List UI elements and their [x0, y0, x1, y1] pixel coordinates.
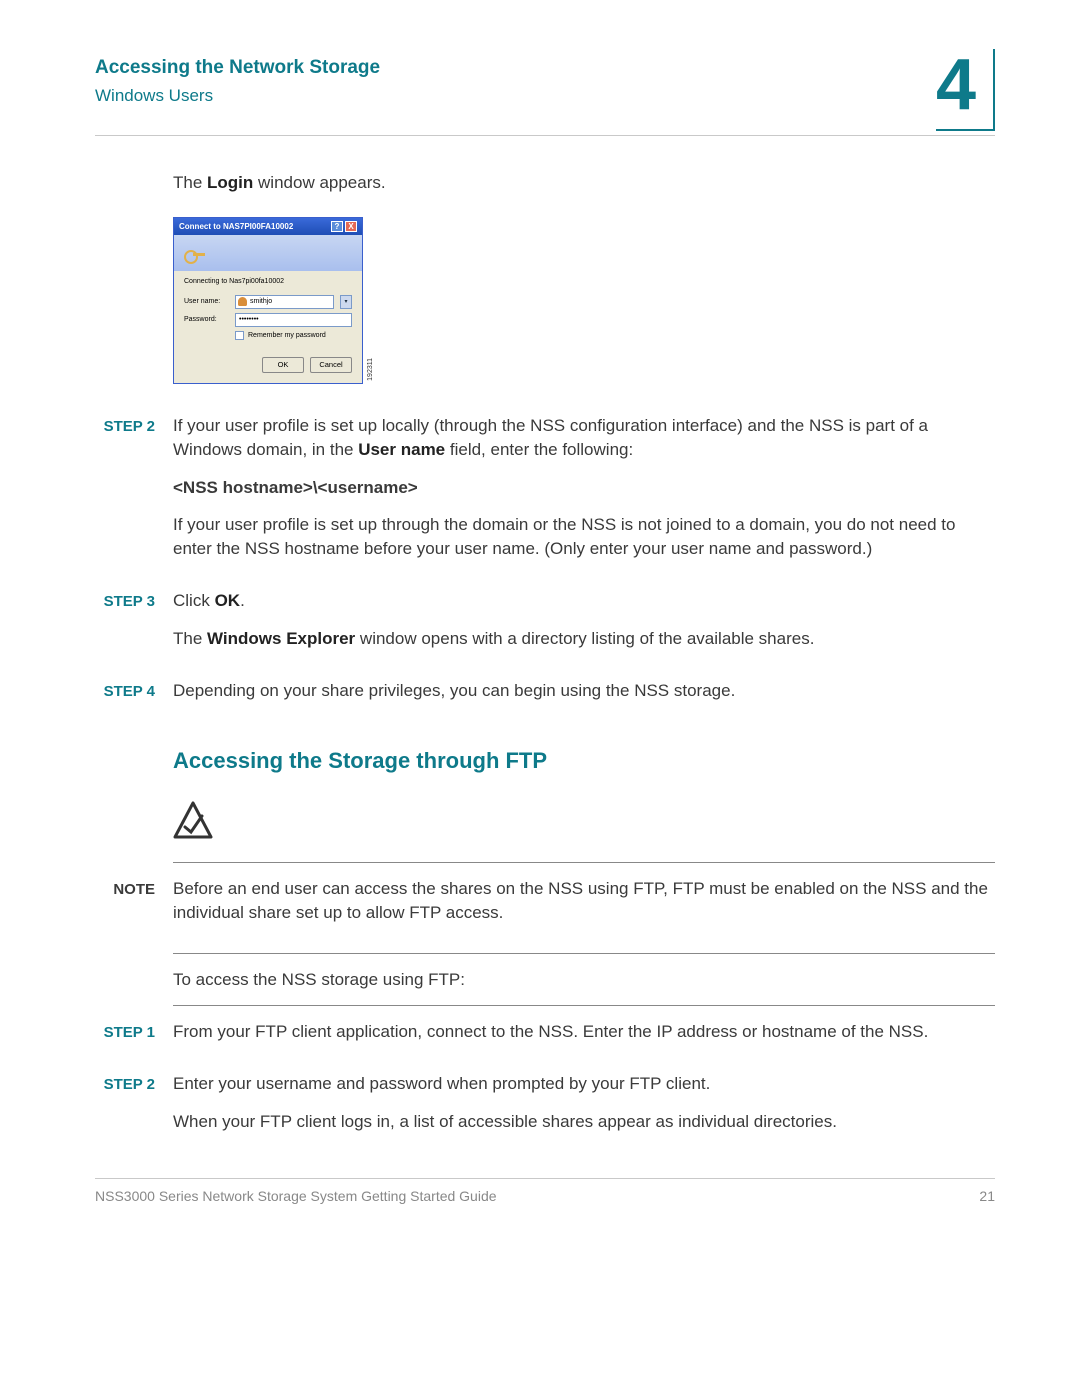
remember-label: Remember my password — [248, 331, 326, 341]
password-input: •••••••• — [235, 313, 352, 327]
username-input: smithjo — [235, 295, 334, 309]
windows-explorer-bold: Windows Explorer — [207, 629, 355, 648]
fstep1-text: From your FTP client application, connec… — [173, 1020, 995, 1044]
section-heading: Accessing the Storage through FTP — [173, 746, 995, 777]
chapter-box: 4 — [936, 49, 995, 131]
step3-p1: Click OK. — [173, 589, 995, 613]
step2-p1: If your user profile is set up locally (… — [173, 414, 995, 462]
header-title: Accessing the Network Storage — [95, 55, 380, 82]
username-label: User name: — [184, 297, 229, 307]
footer-page-number: 21 — [979, 1187, 995, 1207]
fstep2-p1: Enter your username and password when pr… — [173, 1072, 995, 1096]
username-dropdown-icon: ▾ — [340, 295, 352, 309]
intro-pre: The — [173, 173, 207, 192]
intro-post: window appears. — [253, 173, 385, 192]
help-icon: ? — [331, 221, 343, 232]
ftp-step-2-row: STEP 2 Enter your username and password … — [95, 1072, 995, 1148]
step-4-row: STEP 4 Depending on your share privilege… — [95, 679, 995, 717]
cancel-button: Cancel — [310, 357, 352, 374]
step-label: STEP 4 — [95, 679, 155, 717]
step-label: STEP 2 — [95, 414, 155, 575]
note-icon — [173, 801, 995, 848]
username-bold: User name — [358, 440, 445, 459]
intro-bold: Login — [207, 173, 253, 192]
note-label: NOTE — [95, 877, 155, 900]
ftp-step-1-row: STEP 1 From your FTP client application,… — [95, 1020, 995, 1058]
password-label: Password: — [184, 315, 229, 325]
step-3-row: STEP 3 Click OK. The Windows Explorer wi… — [95, 589, 995, 665]
close-icon: X — [345, 221, 357, 232]
step-2-row: STEP 2 If your user profile is set up lo… — [95, 414, 995, 575]
ok-bold: OK — [215, 591, 241, 610]
footer-left: NSS3000 Series Network Storage System Ge… — [95, 1187, 497, 1207]
step-label: STEP 2 — [95, 1072, 155, 1148]
remember-checkbox — [235, 331, 244, 340]
dialog-title-text: Connect to NAS7PI00FA10002 — [179, 221, 293, 232]
fstep2-p2: When your FTP client logs in, a list of … — [173, 1110, 995, 1134]
note-bottom-rule — [173, 953, 995, 954]
step2-hostname-format: <NSS hostname>\<username> — [173, 476, 995, 500]
dialog-banner — [174, 235, 362, 271]
dialog-sidecode: 192311 — [366, 358, 376, 381]
intro-text: The Login window appears. — [173, 171, 995, 195]
step-label: STEP 1 — [95, 1020, 155, 1058]
ftp-intro: To access the NSS storage using FTP: — [173, 968, 995, 992]
header-subtitle: Windows Users — [95, 84, 380, 108]
login-dialog-screenshot: Connect to NAS7PI00FA10002 ? X Connectin… — [173, 217, 363, 384]
note-top-rule — [173, 862, 995, 863]
keys-icon — [182, 242, 208, 264]
dialog-titlebar: Connect to NAS7PI00FA10002 ? X — [174, 218, 362, 235]
dialog-connecting-text: Connecting to Nas7pi00fa10002 — [184, 277, 352, 287]
step4-p1: Depending on your share privileges, you … — [173, 679, 995, 703]
step-label: STEP 3 — [95, 589, 155, 665]
step2-p2: If your user profile is set up through t… — [173, 513, 995, 561]
ftp-steps-rule — [173, 1005, 995, 1006]
step3-p2: The Windows Explorer window opens with a… — [173, 627, 995, 651]
page-header: Accessing the Network Storage Windows Us… — [95, 55, 995, 131]
note-text: Before an end user can access the shares… — [173, 877, 995, 925]
ok-button: OK — [262, 357, 304, 374]
page-footer: NSS3000 Series Network Storage System Ge… — [95, 1178, 995, 1207]
chapter-number: 4 — [936, 49, 978, 121]
